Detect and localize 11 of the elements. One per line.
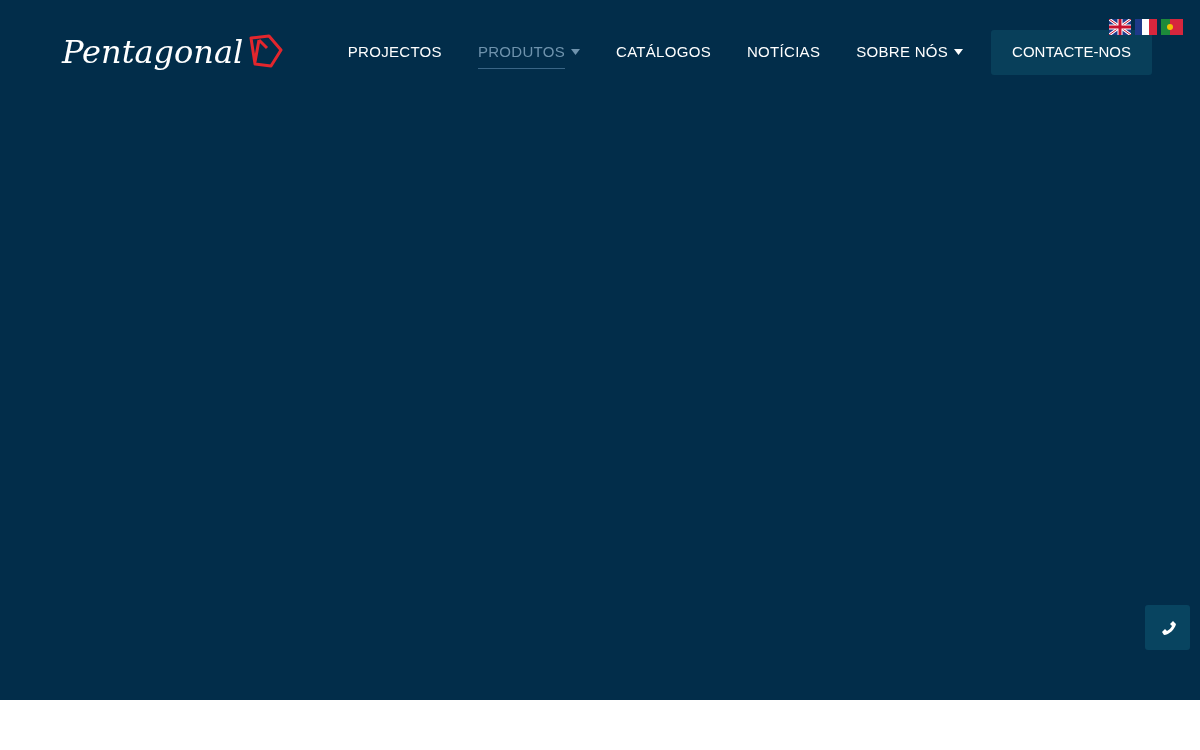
france-flag-icon[interactable] [1135, 19, 1157, 35]
nav-link[interactable]: PRODUTOS [459, 28, 598, 77]
nav-link[interactable]: PROJECTOS [329, 33, 460, 72]
phone-icon [1159, 619, 1176, 636]
nav-link[interactable]: SOBRE NÓS [838, 33, 982, 72]
nav-link[interactable]: NOTÍCIAS [728, 33, 839, 72]
uk-flag-icon[interactable] [1109, 19, 1131, 35]
phone-button[interactable] [1145, 605, 1190, 650]
contact-button[interactable]: CONTACTE-NOS [991, 30, 1152, 75]
logo-text[interactable]: Pentagonal [62, 36, 244, 69]
nav-link[interactable]: CATÁLOGOS [598, 33, 729, 72]
